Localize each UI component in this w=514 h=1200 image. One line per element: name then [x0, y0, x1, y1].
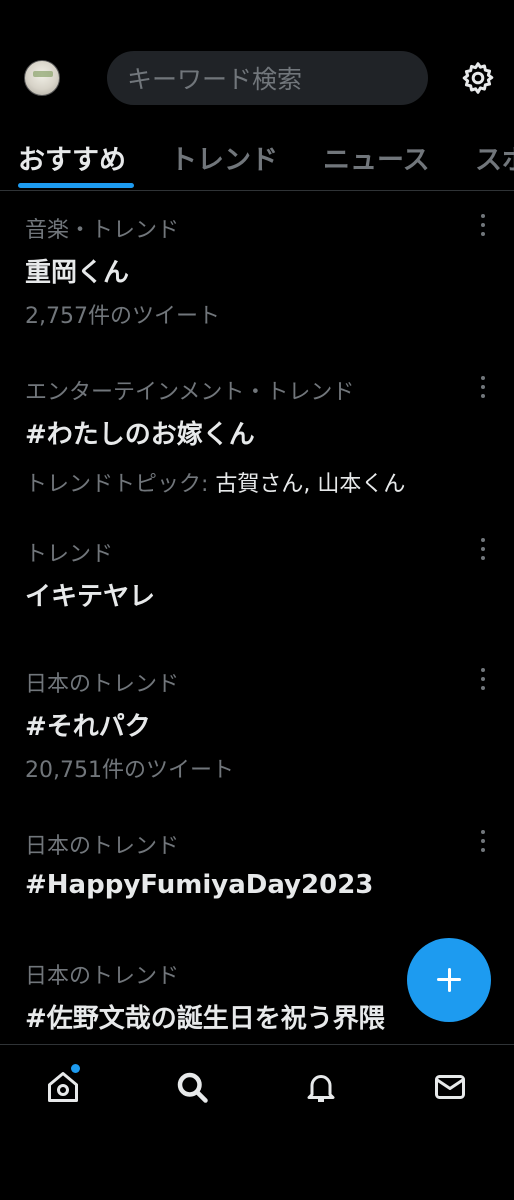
trend-item[interactable]: 日本のトレンド #それパク 20,751件のツイート [0, 654, 514, 804]
trend-title: 重岡くん [25, 258, 130, 288]
bell-icon[interactable] [303, 1069, 339, 1105]
trend-context: 日本のトレンド [25, 672, 180, 697]
trend-context: トレンド [25, 542, 114, 567]
trend-topics-label: トレンドトピック: [25, 472, 216, 497]
trend-context: 日本のトレンド [25, 964, 180, 989]
tab-recommended[interactable]: おすすめ [18, 138, 126, 177]
more-vertical-icon[interactable] [478, 668, 488, 690]
active-tab-indicator [18, 183, 134, 188]
trend-title: #わたしのお嫁くん [25, 420, 255, 450]
header-divider [0, 190, 514, 191]
trend-title: #HappyFumiyaDay2023 [25, 870, 374, 900]
trend-tweet-count: 2,757件のツイート [25, 304, 220, 329]
tab-news[interactable]: ニュース [323, 138, 430, 177]
search-icon[interactable] [174, 1069, 210, 1105]
trend-item[interactable]: トレンド イキテヤレ [0, 524, 514, 644]
top-header: キーワード検索 おすすめ トレンド ニュース スポ [0, 0, 514, 190]
trend-title: #それパク [25, 712, 151, 742]
trend-tweet-count: 20,751件のツイート [25, 758, 234, 783]
tab-trending[interactable]: トレンド [170, 138, 278, 177]
tab-bar: おすすめ トレンド ニュース スポ [0, 128, 514, 190]
more-vertical-icon[interactable] [478, 830, 488, 852]
more-vertical-icon[interactable] [478, 538, 488, 560]
trend-title: イキテヤレ [25, 582, 156, 612]
tab-sports[interactable]: スポ [475, 138, 514, 177]
trend-context: 日本のトレンド [25, 834, 180, 859]
mail-icon[interactable] [432, 1069, 468, 1105]
compose-button[interactable] [407, 938, 491, 1022]
gear-icon[interactable] [460, 60, 496, 96]
search-input[interactable]: キーワード検索 [107, 51, 428, 105]
home-icon[interactable] [45, 1069, 81, 1105]
trend-topics: トレンドトピック: 古賀さん, 山本くん [25, 466, 405, 498]
trend-context: 音楽・トレンド [25, 218, 180, 243]
trend-context: エンターテインメント・トレンド [25, 380, 355, 405]
avatar[interactable] [24, 60, 60, 96]
trend-item[interactable]: 日本のトレンド #HappyFumiyaDay2023 [0, 816, 514, 936]
trend-item[interactable]: 音楽・トレンド 重岡くん 2,757件のツイート [0, 200, 514, 350]
more-vertical-icon[interactable] [478, 376, 488, 398]
bottom-navigation [0, 1044, 514, 1200]
home-notification-dot [71, 1064, 80, 1073]
trend-title: #佐野文哉の誕生日を祝う界隈 [25, 1004, 385, 1034]
trend-topics-list: 古賀さん, 山本くん [215, 472, 406, 497]
trend-item[interactable]: エンターテインメント・トレンド #わたしのお嫁くん トレンドトピック: 古賀さん… [0, 362, 514, 522]
more-vertical-icon[interactable] [478, 214, 488, 236]
search-placeholder: キーワード検索 [127, 65, 303, 94]
